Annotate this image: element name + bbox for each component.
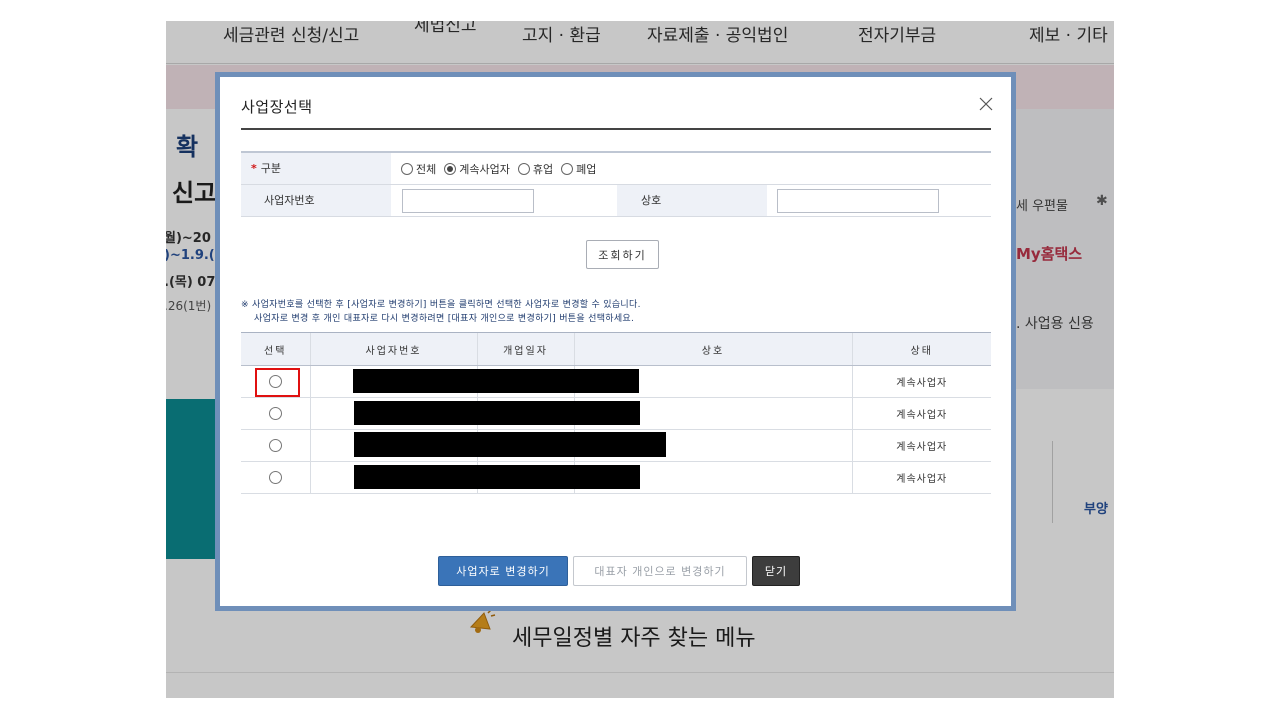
change-to-business-button[interactable]: 사업자로 변경하기 xyxy=(438,556,568,586)
title-divider xyxy=(241,128,991,130)
bizno-label: 사업자번호 xyxy=(241,185,391,216)
status-cell: 계속사업자 xyxy=(851,365,991,398)
row-select-radio[interactable] xyxy=(268,407,282,420)
row-select-cell xyxy=(241,461,310,494)
radio-active[interactable] xyxy=(444,162,457,175)
redaction-bar xyxy=(354,465,640,489)
dialog-title: 사업장선택 xyxy=(241,98,313,116)
radio-closed[interactable] xyxy=(561,162,574,175)
change-to-representative-button[interactable]: 대표자 개인으로 변경하기 xyxy=(573,556,747,586)
required-mark: * xyxy=(251,162,257,175)
header-status: 상태 xyxy=(851,332,991,366)
radio-all[interactable] xyxy=(401,162,413,175)
header-name: 상호 xyxy=(573,332,852,366)
dialog-actions: 사업자로 변경하기 대표자 개인으로 변경하기 닫기 xyxy=(220,556,1011,586)
radio-option-closed[interactable]: 폐업 xyxy=(561,161,596,177)
category-radio-group: 전체 계속사업자 휴업 폐업 xyxy=(401,153,604,184)
notice-line-2: 사업자로 변경 후 개인 대표자로 다시 변경하려면 [대표자 개인으로 변경하… xyxy=(254,314,635,324)
redaction-bar xyxy=(354,401,640,425)
row-select-radio[interactable] xyxy=(268,471,282,484)
business-select-dialog: 사업장선택 * 구분 전체 계속사업자 휴업 폐업 사업자번호 상호 조회하기 … xyxy=(215,72,1016,611)
status-cell: 계속사업자 xyxy=(851,461,991,494)
radio-option-all[interactable]: 전체 xyxy=(401,161,436,177)
row-select-cell xyxy=(241,429,310,462)
bizno-input[interactable] xyxy=(402,189,534,213)
header-bizno: 사업자번호 xyxy=(309,332,477,366)
table-header-row: 선택 사업자번호 개업일자 상호 상태 xyxy=(241,332,991,366)
header-open-date: 개업일자 xyxy=(476,332,574,366)
instruction-notice: ※ 사업자번호를 선택한 후 [사업자로 변경하기] 버튼을 클릭하면 선택한 … xyxy=(241,298,641,326)
redaction-bar xyxy=(353,369,639,393)
close-button[interactable]: 닫기 xyxy=(752,556,800,586)
radio-option-active[interactable]: 계속사업자 xyxy=(444,161,510,177)
row-select-radio[interactable] xyxy=(268,375,282,388)
radio-label-all: 전체 xyxy=(416,162,437,176)
redaction-bar xyxy=(354,432,666,457)
category-label-cell: * 구분 xyxy=(241,153,391,184)
search-row-bizno: 사업자번호 상호 xyxy=(241,185,991,217)
name-label: 상호 xyxy=(617,185,767,216)
status-cell: 계속사업자 xyxy=(851,429,991,462)
radio-suspended[interactable] xyxy=(517,162,530,175)
search-row-category: * 구분 전체 계속사업자 휴업 폐업 xyxy=(241,153,991,185)
row-select-cell xyxy=(241,365,310,398)
close-icon[interactable] xyxy=(976,94,996,114)
row-select-cell xyxy=(241,397,310,430)
status-cell: 계속사업자 xyxy=(851,397,991,430)
search-form: * 구분 전체 계속사업자 휴업 폐업 사업자번호 상호 xyxy=(241,151,991,217)
category-label: 구분 xyxy=(260,162,282,175)
radio-label-suspended: 휴업 xyxy=(532,162,554,176)
header-select: 선택 xyxy=(241,332,310,366)
radio-label-closed: 폐업 xyxy=(576,162,597,176)
radio-label-active: 계속사업자 xyxy=(459,162,510,176)
row-select-radio[interactable] xyxy=(268,439,282,452)
name-input[interactable] xyxy=(777,189,939,213)
search-button[interactable]: 조회하기 xyxy=(586,240,659,269)
radio-option-suspended[interactable]: 휴업 xyxy=(517,161,554,177)
screen: 세금관련 신청/신고 세법신고 고지 · 환급 자료제출 · 공익법인 전자기부… xyxy=(0,0,1280,720)
notice-line-1: ※ 사업자번호를 선택한 후 [사업자로 변경하기] 버튼을 클릭하면 선택한 … xyxy=(241,300,641,310)
